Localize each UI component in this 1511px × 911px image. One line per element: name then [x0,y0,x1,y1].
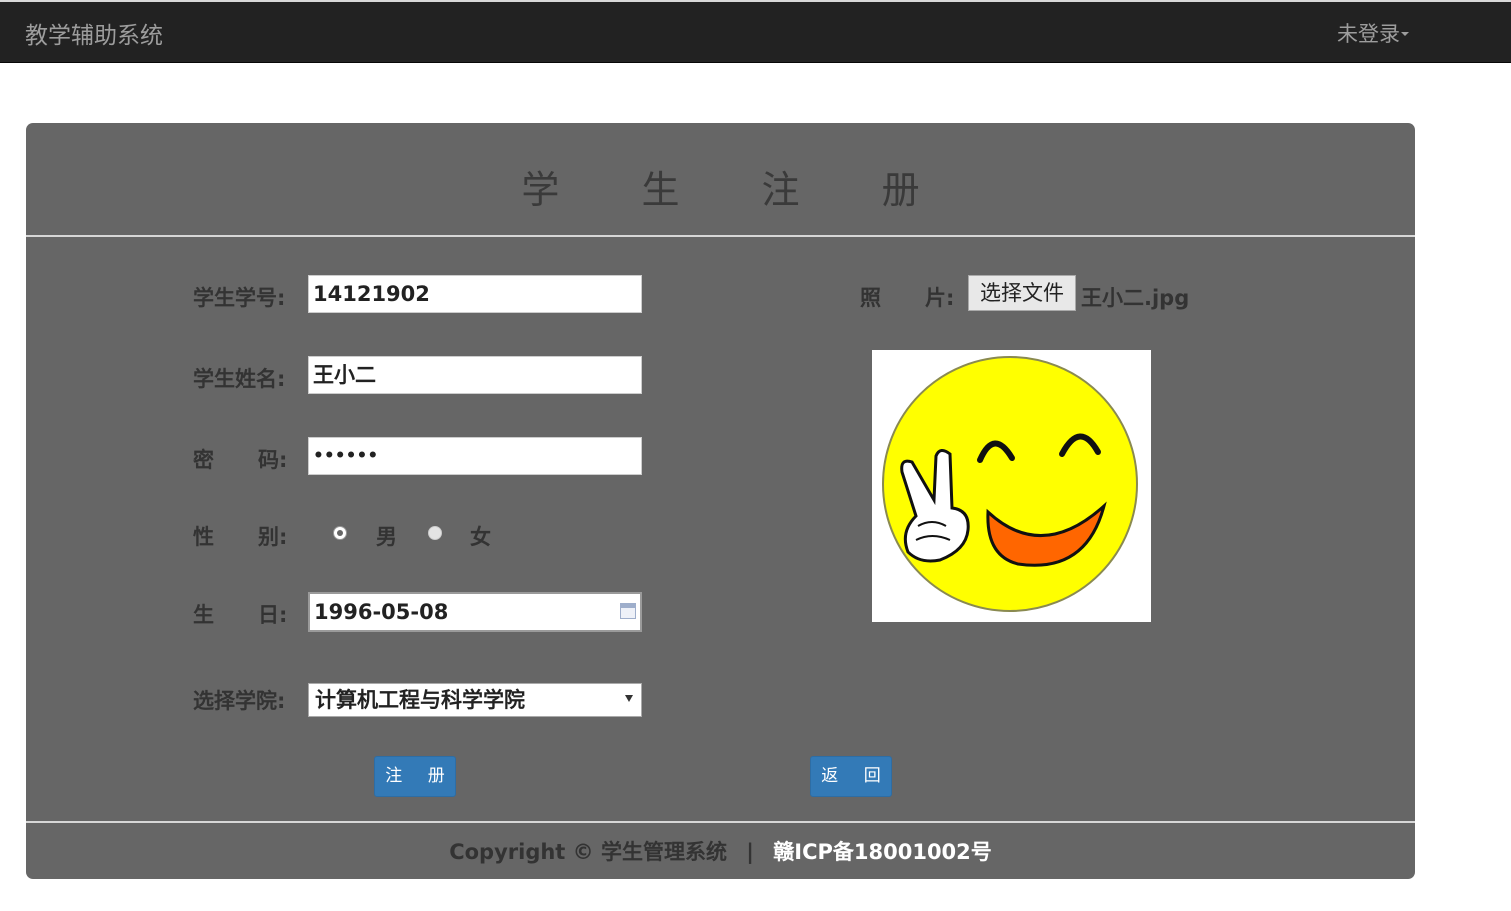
header-divider [26,235,1415,237]
birthday-label-right: 日: [258,603,288,627]
calendar-icon[interactable] [620,603,636,619]
footer: Copyright © 学生管理系统 | 赣ICP备18001002号 [26,836,1415,866]
dropdown-arrow-icon [625,695,633,702]
footer-separator: | [746,840,754,864]
gender-label-left: 性 [193,525,214,549]
gender-male-label: 男 [376,525,397,549]
student-name-input[interactable]: 王小二 [308,356,642,394]
smiley-victory-image [882,356,1138,612]
gender-female-label: 女 [470,525,491,549]
college-select[interactable]: 计算机工程与科学学院 [308,683,642,717]
footer-divider [26,821,1415,823]
student-id-label: 学生学号: [193,286,286,310]
student-name-label: 学生姓名: [193,367,286,391]
brand-title[interactable]: 教学辅助系统 [25,16,163,50]
password-input[interactable]: •••••• [308,437,642,475]
gender-male-radio[interactable] [333,526,347,540]
icp-link[interactable]: 赣ICP备18001002号 [773,840,992,864]
register-button[interactable]: 注 册 [374,756,456,797]
gender-female-radio[interactable] [428,526,442,540]
photo-label-right: 片: [925,286,955,310]
gender-label-right: 别: [258,525,288,549]
college-select-value: 计算机工程与科学学院 [315,688,525,712]
password-label-right: 码: [258,448,288,472]
college-label: 选择学院: [193,689,286,713]
file-name-text: 王小二.jpg [1081,286,1190,310]
copyright-text: Copyright © 学生管理系统 [449,840,727,864]
birthday-label-left: 生 [193,603,214,627]
password-label-left: 密 [193,448,214,472]
login-dropdown-label: 未登录 [1337,22,1400,46]
login-dropdown[interactable]: 未登录 [1337,18,1409,48]
student-id-input[interactable]: 14121902 [308,275,642,313]
back-button[interactable]: 返 回 [810,756,892,797]
photo-label-left: 照 [860,286,881,310]
registration-panel: 学 生 注 册 学生学号: 14121902 学生姓名: 王小二 密 码: ••… [26,123,1415,879]
top-navbar: 教学辅助系统 未登录 [0,0,1511,63]
caret-down-icon [1401,31,1409,36]
page-title: 学 生 注 册 [521,168,955,212]
birthday-input[interactable]: 1996-05-08 [308,592,642,632]
birthday-value: 1996-05-08 [314,600,449,624]
photo-preview [872,350,1151,622]
choose-file-button[interactable]: 选择文件 [968,275,1076,311]
